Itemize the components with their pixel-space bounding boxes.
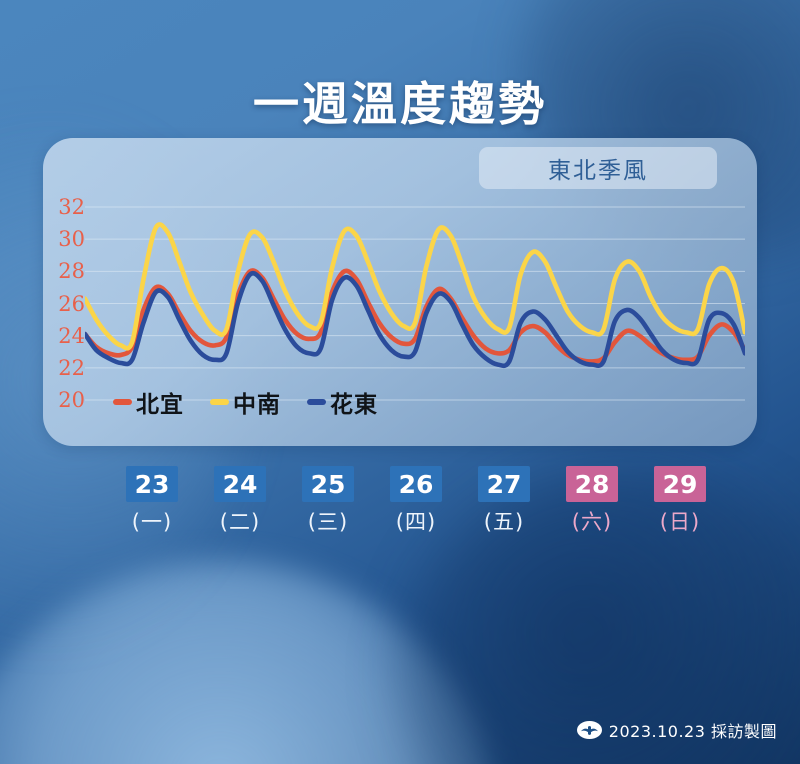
chart-gridlines bbox=[85, 206, 745, 401]
legend-item-zhongnan: 中南 bbox=[210, 385, 281, 419]
day-date-box-25[interactable]: 25 bbox=[302, 466, 354, 502]
page-title: 一週溫度趨勢 bbox=[253, 77, 547, 131]
legend-label-huadong: 花東 bbox=[330, 392, 378, 418]
day-column-24[interactable]: 24 (二) bbox=[196, 466, 284, 536]
footer-credit: 2023.10.23 採訪製圖 bbox=[576, 718, 777, 742]
y-axis-tick-20: 20 bbox=[58, 388, 85, 412]
y-axis-tick-30: 30 bbox=[58, 227, 85, 252]
legend-swatch-beiyi bbox=[113, 399, 132, 405]
day-weekday-label-29: (日) bbox=[659, 510, 701, 534]
y-axis-tick-32: 32 bbox=[58, 195, 85, 219]
day-strip: 23 (一) 24 (二) 25 (三) 26 (四) 27 (五) 28 (六) 29 (日) bbox=[0, 466, 800, 536]
weather-temperature-trend-graphic: 一週溫度趨勢 東北季風 32 30 28 26 24 22 20 北宜 中南 花東 23 (一) 2… bbox=[0, 0, 800, 764]
chart-series bbox=[85, 222, 745, 369]
y-axis-tick-26: 26 bbox=[58, 291, 85, 316]
day-weekday-label-27: (五) bbox=[483, 510, 525, 534]
day-column-28[interactable]: 28 (六) bbox=[548, 466, 636, 536]
day-date-box-26[interactable]: 26 bbox=[390, 466, 442, 502]
ftv-wing-logo-icon bbox=[576, 721, 602, 739]
legend-label-zhongnan: 中南 bbox=[233, 392, 281, 418]
day-column-23[interactable]: 23 (一) bbox=[108, 466, 196, 536]
background-light-blob bbox=[0, 560, 500, 764]
legend-item-beiyi: 北宜 bbox=[113, 385, 184, 419]
legend-label-beiyi: 北宜 bbox=[136, 392, 184, 418]
day-column-25[interactable]: 25 (三) bbox=[284, 466, 372, 536]
legend-swatch-zhongnan bbox=[210, 399, 229, 405]
footer-text: 2023.10.23 採訪製圖 bbox=[608, 722, 777, 741]
y-axis-tick-28: 28 bbox=[58, 259, 85, 284]
day-date-box-28[interactable]: 28 bbox=[566, 466, 618, 502]
legend-item-huadong: 花東 bbox=[307, 385, 378, 419]
y-axis-tick-24: 24 bbox=[58, 323, 85, 348]
day-weekday-label-26: (四) bbox=[395, 510, 437, 534]
day-date-box-24[interactable]: 24 bbox=[214, 466, 266, 502]
y-axis-tick-22: 22 bbox=[58, 355, 85, 380]
day-weekday-label-28: (六) bbox=[571, 510, 613, 534]
day-weekday-label-23: (一) bbox=[131, 510, 173, 534]
day-date-box-23[interactable]: 23 bbox=[126, 466, 178, 502]
temperature-line-chart bbox=[85, 200, 745, 408]
day-column-27[interactable]: 27 (五) bbox=[460, 466, 548, 536]
day-column-29[interactable]: 29 (日) bbox=[636, 466, 724, 536]
legend-swatch-huadong bbox=[307, 399, 326, 405]
day-date-box-27[interactable]: 27 bbox=[478, 466, 530, 502]
chart-legend: 北宜 中南 花東 bbox=[113, 385, 378, 419]
season-badge: 東北季風 bbox=[479, 147, 717, 189]
day-weekday-label-24: (二) bbox=[219, 510, 261, 534]
y-axis-labels: 32 30 28 26 24 22 20 bbox=[43, 190, 85, 412]
day-column-26[interactable]: 26 (四) bbox=[372, 466, 460, 536]
day-date-box-29[interactable]: 29 bbox=[654, 466, 706, 502]
day-weekday-label-25: (三) bbox=[307, 510, 349, 534]
